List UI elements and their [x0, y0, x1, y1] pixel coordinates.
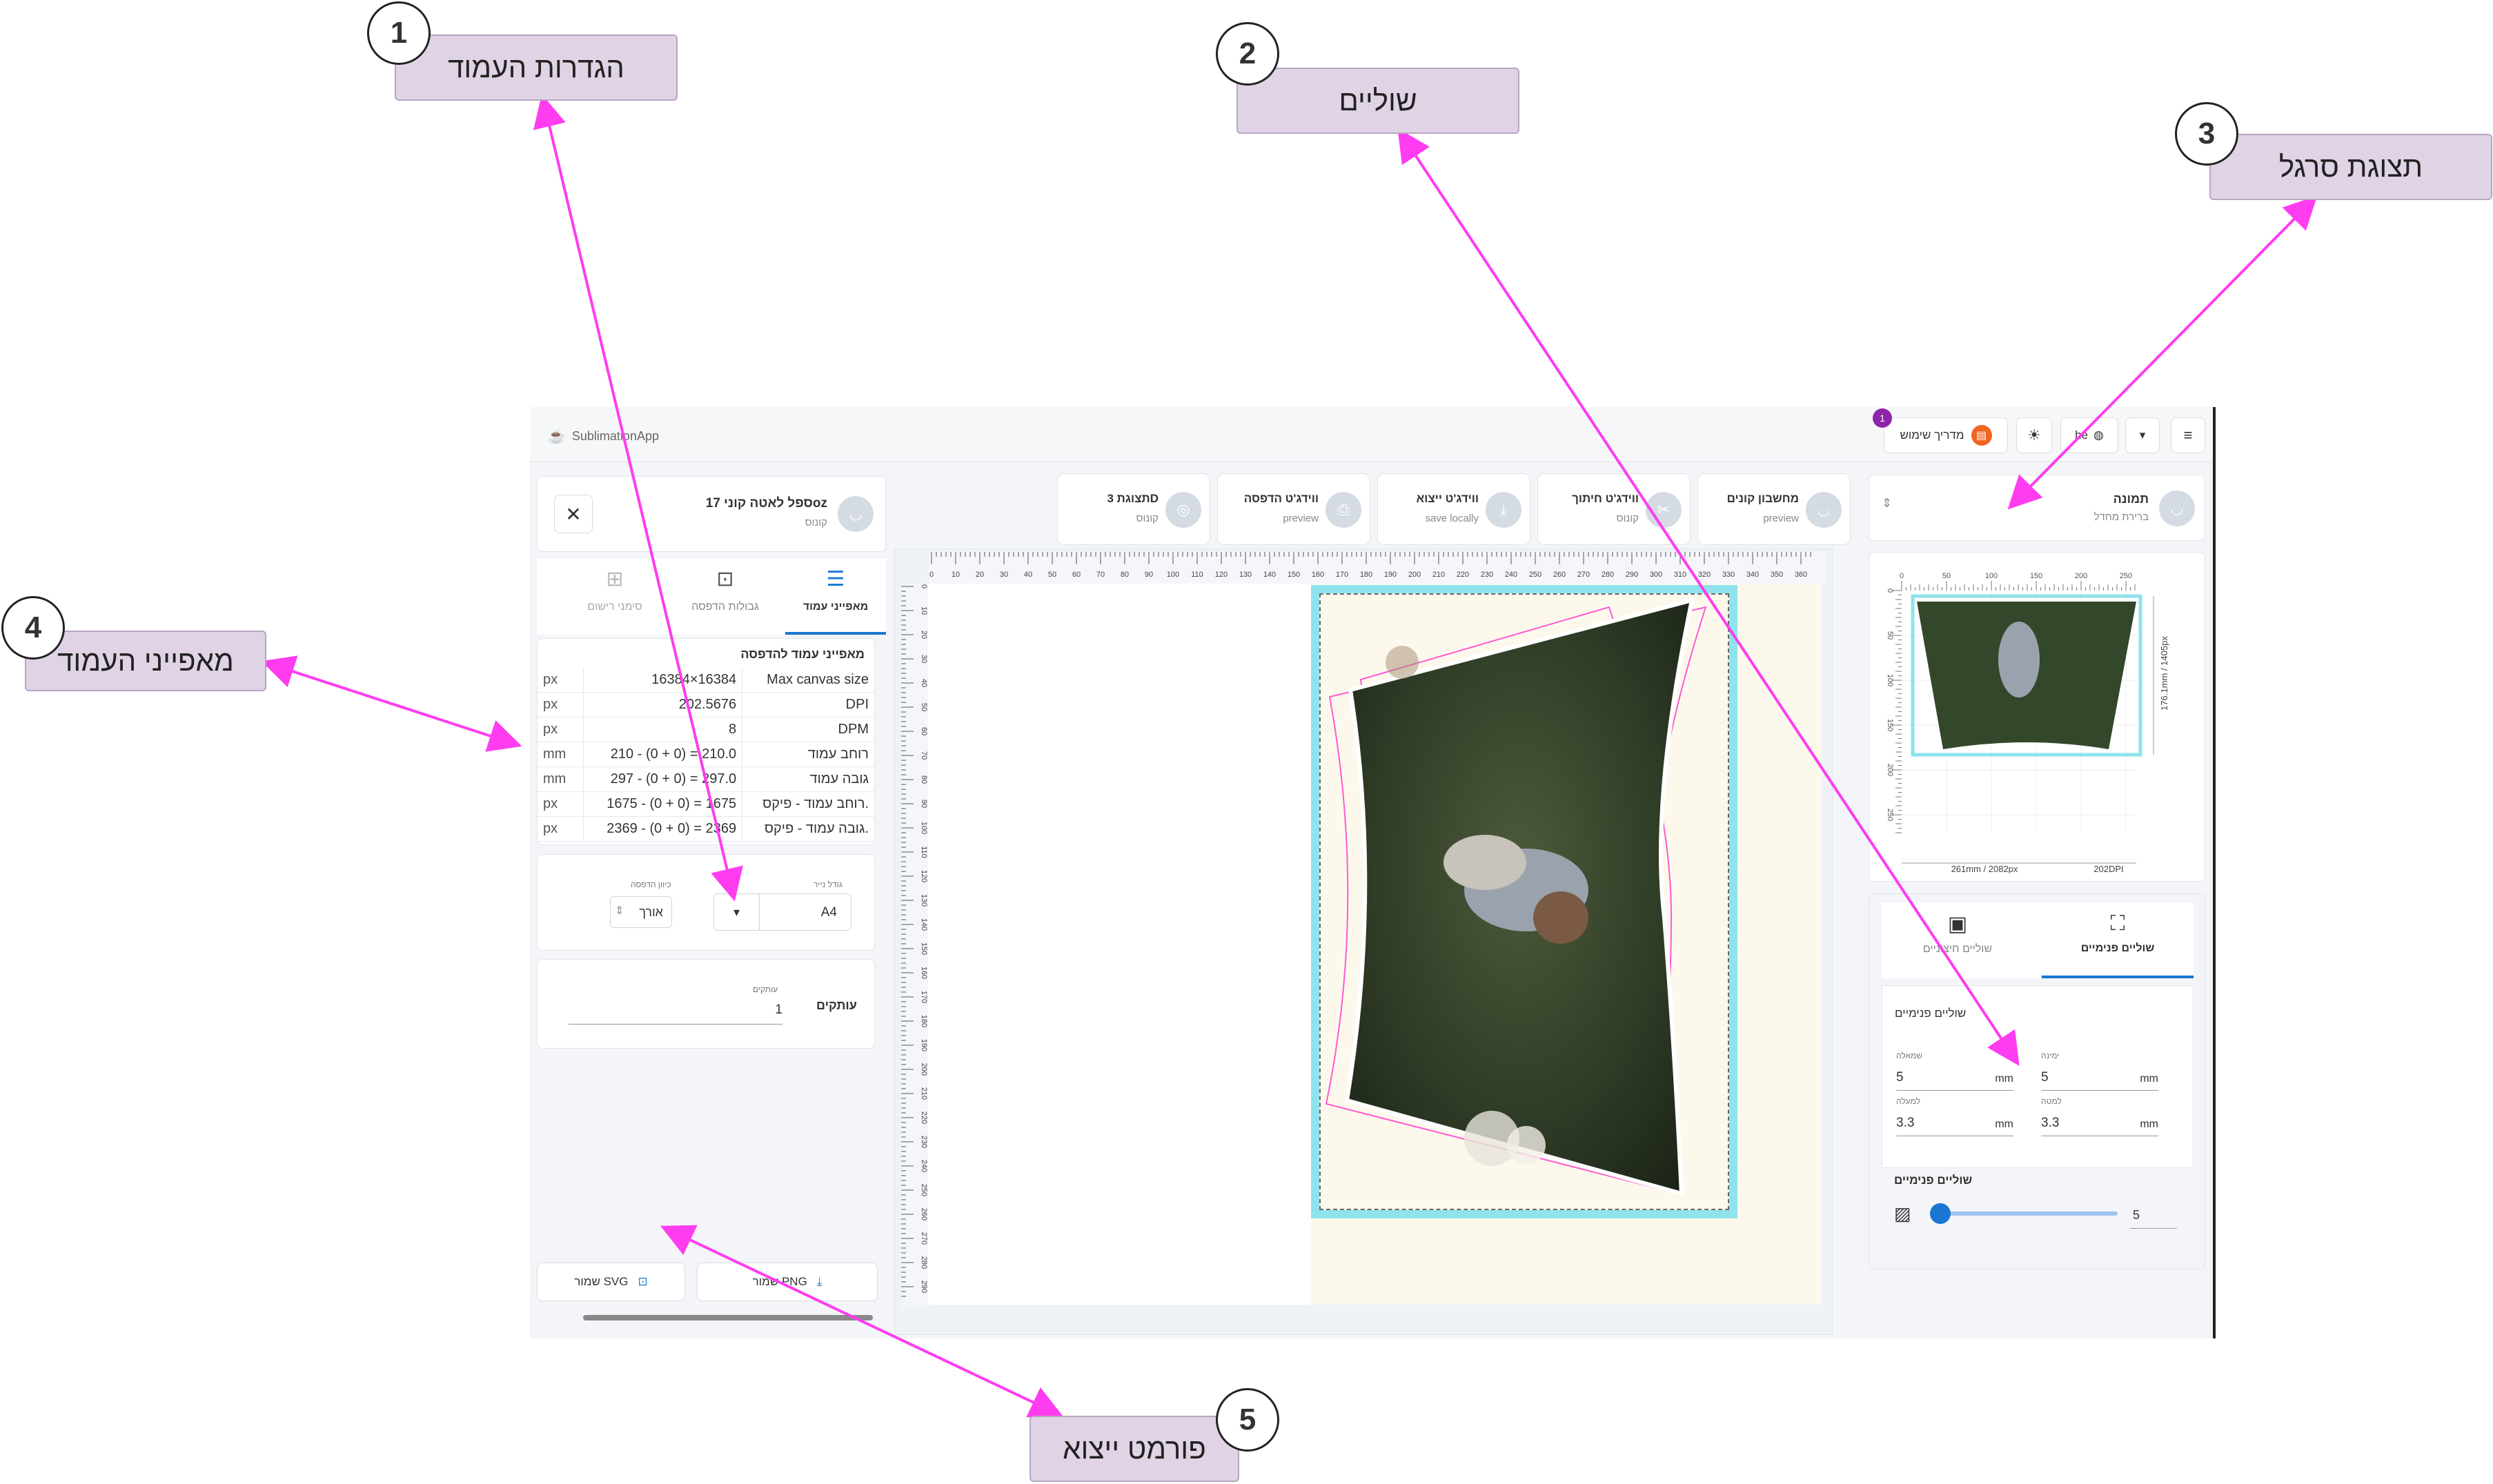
- callout-number-3: 3: [2175, 102, 2238, 166]
- arrow-1: [533, 94, 743, 902]
- callout-5: פורמט ייצוא: [1029, 1416, 1239, 1482]
- callout-2: שוליים: [1236, 68, 1519, 134]
- annotation-arrows: [261, 94, 2318, 1418]
- arrow-5: [660, 1225, 1063, 1418]
- arrow-2: [1397, 128, 2020, 1067]
- arrow-4: [261, 655, 522, 752]
- callout-label: הגדרות העמוד: [448, 51, 624, 83]
- callout-3: תצוגת סרגל: [2209, 134, 2492, 200]
- callout-number-2: 2: [1216, 22, 1279, 86]
- callout-number-1: 1: [367, 1, 431, 65]
- callout-number-5: 5: [1216, 1388, 1279, 1452]
- callout-label: פורמט ייצוא: [1063, 1432, 1206, 1465]
- callout-label: תצוגת סרגל: [2278, 150, 2423, 183]
- arrow-3: [2007, 195, 2318, 510]
- callout-number-4: 4: [1, 596, 65, 660]
- callout-label: מאפייני העמוד: [57, 644, 234, 677]
- callout-1: הגדרות העמוד: [395, 34, 678, 101]
- callout-label: שוליים: [1339, 84, 1417, 117]
